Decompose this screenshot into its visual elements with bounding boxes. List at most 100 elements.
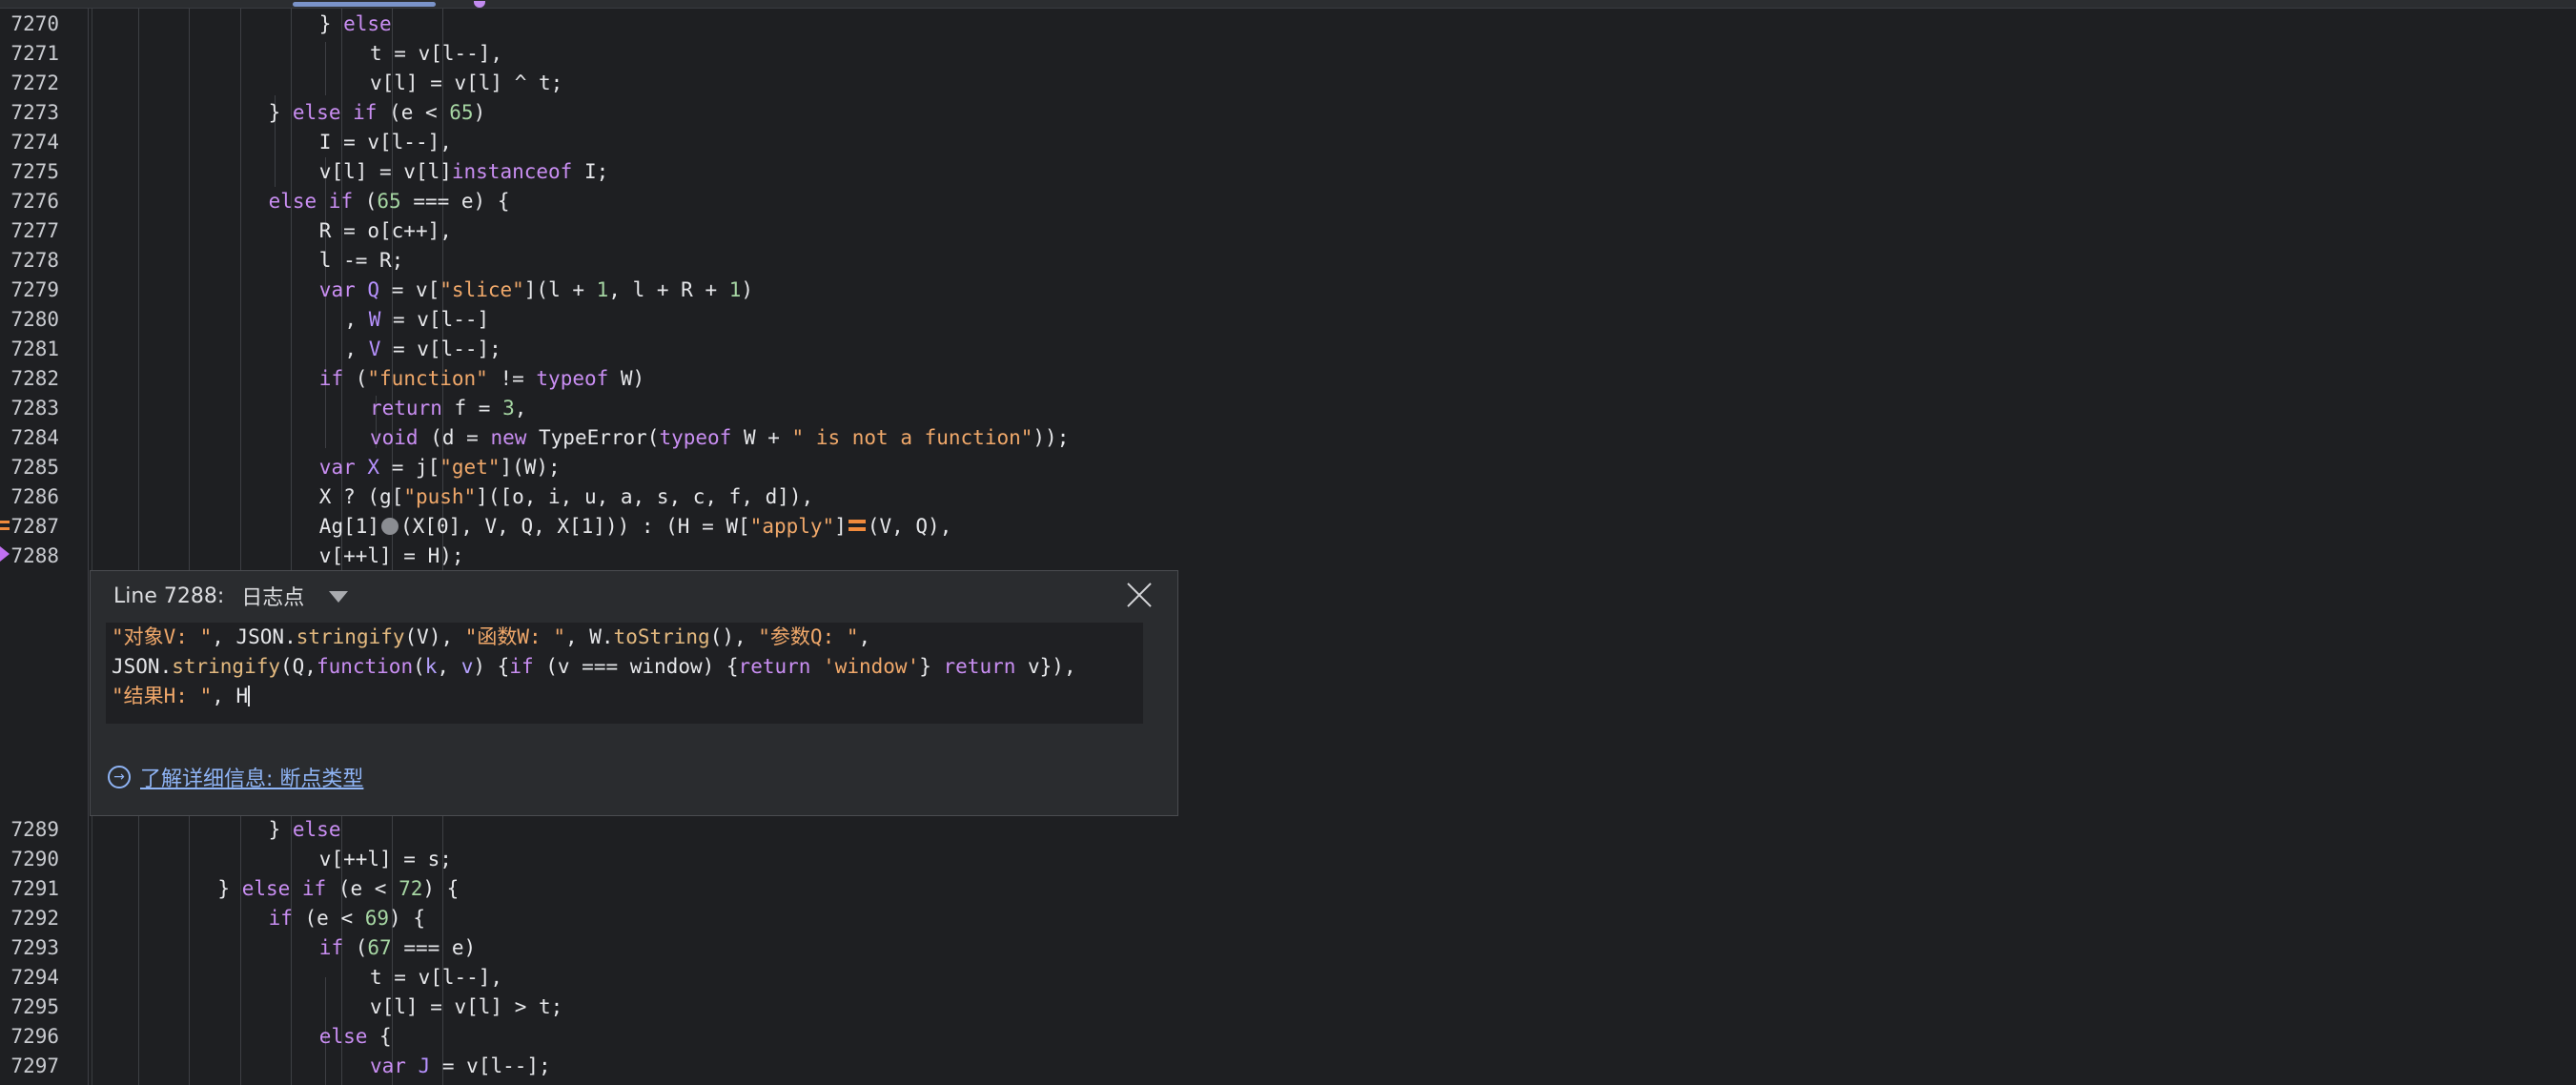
logpoint-line-label: Line 7288:	[113, 583, 225, 608]
code-line-7283[interactable]: 7283 return f = 3,	[0, 394, 2576, 423]
line-number[interactable]: 7285	[0, 453, 59, 482]
code-line-7277[interactable]: 7277 R = o[c++],	[0, 216, 2576, 246]
code-line-7291[interactable]: 7291 } else if (e < 72) {	[0, 874, 2576, 904]
learn-more-link[interactable]: → 了解详细信息: 断点类型	[108, 762, 363, 792]
code-token: " is not a function"	[791, 426, 1033, 449]
code-text: if (e < 69) {	[269, 904, 425, 933]
line-number[interactable]: 7270	[0, 10, 59, 39]
code-text: if ("function" != typeof W)	[319, 364, 644, 394]
code-token: var	[318, 278, 356, 301]
code-token: R = o[c++],	[318, 219, 452, 242]
line-number[interactable]: 7278	[0, 246, 59, 276]
learn-more-link-text: 了解详细信息: 断点类型	[140, 768, 364, 791]
code-token: (e <	[326, 877, 399, 900]
code-line-7275[interactable]: 7275 v[l] = v[l]instanceof I;	[0, 157, 2576, 187]
logpoint-token: 'window'	[823, 655, 920, 678]
code-line-7273[interactable]: 7273} else if (e < 65)	[0, 98, 2576, 128]
code-token: 67	[367, 936, 392, 959]
line-number[interactable]: 7282	[0, 364, 59, 394]
code-line-7292[interactable]: 7292 if (e < 69) {	[0, 904, 2576, 933]
line-number[interactable]: 7292	[0, 904, 59, 933]
code-line-7271[interactable]: 7271 t = v[l--],	[0, 39, 2576, 69]
code-line-7276[interactable]: 7276 else if (65 === e) {	[0, 187, 2576, 216]
code-line-7279[interactable]: 7279 var Q = v["slice"](l + 1, l + R + 1)	[0, 276, 2576, 305]
code-line-7270[interactable]: 7270} else	[0, 10, 2576, 39]
code-token: V	[368, 338, 381, 360]
code-token: = v[l--]	[380, 308, 490, 331]
code-token: void	[370, 426, 419, 449]
line-number[interactable]: 7283	[0, 394, 59, 423]
line-number[interactable]: 7289	[0, 815, 59, 845]
code-line-7286[interactable]: 7286 X ? (g["push"]([o, i, u, a, s, c, f,…	[0, 482, 2576, 512]
line-number[interactable]: 7280	[0, 305, 59, 335]
line-number[interactable]: 7293	[0, 933, 59, 963]
line-number[interactable]: 7272	[0, 69, 59, 98]
line-number[interactable]: 7277	[0, 216, 59, 246]
logpoint-marker-7288[interactable]	[0, 546, 10, 562]
code-token: (X[0], V, Q, X[1])) : (H = W[	[400, 515, 750, 538]
code-line-7289[interactable]: 7289} else	[0, 815, 2576, 845]
chevron-down-icon	[329, 591, 349, 603]
logpoint-editor: Line 7288: 日志点 "对象V: ", JSON.stringify(V…	[90, 570, 1178, 816]
line-number[interactable]: 7284	[0, 423, 59, 453]
code-token: = v[l--];	[380, 338, 501, 360]
code-token: W)	[608, 367, 645, 390]
code-line-7272[interactable]: 7272 v[l] = v[l] ^ t;	[0, 69, 2576, 98]
code-line-7282[interactable]: 7282 if ("function" != typeof W)	[0, 364, 2576, 394]
line-number[interactable]: 7290	[0, 845, 59, 874]
code-line-7293[interactable]: 7293 if (67 === e)	[0, 933, 2576, 963]
line-number[interactable]: 7297	[0, 1052, 59, 1081]
code-token: W	[368, 308, 381, 331]
code-line-7290[interactable]: 7290 v[++l] = s;	[0, 845, 2576, 874]
breakpoint-type-dropdown[interactable]: 日志点	[241, 581, 349, 611]
code-line-7280[interactable]: 7280, W = v[l--]	[0, 305, 2576, 335]
logpoint-token: JSON.	[112, 655, 173, 678]
code-token: (d =	[418, 426, 491, 449]
code-token: typeof	[659, 426, 732, 449]
code-text: } else if (e < 72) {	[217, 874, 459, 904]
line-number[interactable]: 7281	[0, 335, 59, 364]
code-token: W +	[731, 426, 792, 449]
code-token: TypeError(	[526, 426, 660, 449]
code-token: 69	[364, 907, 390, 930]
line-number[interactable]: 7271	[0, 39, 59, 69]
code-line-7294[interactable]: 7294 t = v[l--],	[0, 963, 2576, 993]
line-number[interactable]: 7274	[0, 128, 59, 157]
code-line-7297[interactable]: 7297 var J = v[l--];	[0, 1052, 2576, 1081]
logpoint-token: return	[738, 655, 811, 678]
code-line-7288[interactable]: 7288 v[++l] = H);	[0, 542, 2576, 571]
line-number[interactable]: 7279	[0, 276, 59, 305]
logpoint-token: stringify	[296, 625, 405, 648]
code-line-7295[interactable]: 7295 v[l] = v[l] > t;	[0, 993, 2576, 1022]
code-token: ) {	[422, 877, 460, 900]
logpoint-expression-input[interactable]: "对象V: ", JSON.stringify(V), "函数W: ", W.t…	[106, 623, 1143, 724]
code-token: l -= R;	[318, 249, 404, 272]
line-number[interactable]: 7291	[0, 874, 59, 904]
breakpoint-type-label: 日志点	[241, 586, 305, 610]
line-number[interactable]: 7295	[0, 993, 59, 1022]
inline-breakpoint-dot-icon[interactable]	[381, 518, 399, 535]
code-line-7284[interactable]: 7284 void (d = new TypeError(typeof W + "…	[0, 423, 2576, 453]
line-number[interactable]: 7294	[0, 963, 59, 993]
line-number[interactable]: 7273	[0, 98, 59, 128]
inline-breakpoint-active-icon[interactable]	[848, 520, 866, 531]
code-token: 65	[449, 101, 474, 124]
line-number[interactable]: 7286	[0, 482, 59, 512]
code-token: else	[292, 818, 341, 841]
close-icon[interactable]	[1126, 581, 1153, 607]
line-number[interactable]: 7296	[0, 1022, 59, 1052]
line-number[interactable]: 7276	[0, 187, 59, 216]
code-line-7274[interactable]: 7274 I = v[l--],	[0, 128, 2576, 157]
code-token: = j[	[379, 456, 440, 479]
code-line-7281[interactable]: 7281, V = v[l--];	[0, 335, 2576, 364]
code-line-7278[interactable]: 7278 l -= R;	[0, 246, 2576, 276]
code-token: "slice"	[440, 278, 524, 301]
code-token: 3	[502, 397, 515, 420]
code-token: v[l] = v[l]	[318, 160, 452, 183]
code-line-7285[interactable]: 7285 var X = j["get"](W);	[0, 453, 2576, 482]
code-line-7296[interactable]: 7296 else {	[0, 1022, 2576, 1052]
code-line-7287[interactable]: 7287 Ag[1] (X[0], V, Q, X[1])) : (H = W["a…	[0, 512, 2576, 542]
breakpoint-marker-7287[interactable]	[0, 510, 10, 540]
line-number[interactable]: 7275	[0, 157, 59, 187]
